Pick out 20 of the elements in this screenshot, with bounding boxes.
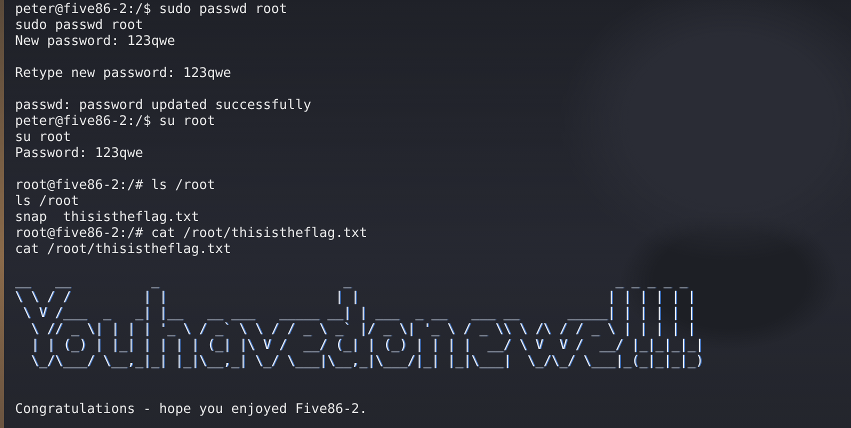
terminal-output-line: snap thisistheflag.txt [15,210,200,226]
ascii-art-line: \ // _ \| | | | '_ \ / _` \ \ / / _ \ _` |/ _ \| '_ \ / _ \\ \ /\ / / _ \ | | | | | [30,322,696,338]
terminal-output-line: su root [15,130,72,146]
terminal-output-line: sudo passwd root [15,18,144,34]
ascii-art-line: \_/\___/ \__,_|_| |_|\__,_| \_/ \___|\__,_|\___/|_| |_|\___| \_/\_/ \___|_(_|_|_|_) [30,354,704,370]
command-prompt-line: root@five86-2:/# ls /root [15,178,216,194]
command-prompt-line: peter@five86-2:/$ su root [15,114,216,130]
command-prompt-line: peter@five86-2:/$ sudo passwd root [15,2,288,18]
terminal-output-line: Retype new password: 123qwe [15,66,232,82]
ascii-art-line: | | (_) | |_| | | | | (_| |\ V / __/ (_| | (_) | | | | __/ \ V V / __/ |_|_|_|_| [30,338,704,354]
terminal-output-line: ls /root [15,194,80,210]
terminal-output-line: cat /root/thisistheflag.txt [15,242,232,258]
terminal-output-line: Congratulations - hope you enjoyed Five86-2. [15,402,368,418]
command-prompt-line: root@five86-2:/# cat /root/thisistheflag.txt [15,226,368,242]
ascii-art-line: __ __ _ _ _ _ _ _ _ [15,274,688,290]
terminal-output-line: New password: 123qwe [15,34,176,50]
ascii-art-line: \ V /___ _ _| |__ __ ___ _____ __| | ___ _ __ ___ __ _____| | | | | | [22,306,696,322]
terminal-output-line: Password: 123qwe [15,146,144,162]
ascii-art-line: \ \ / / | | | | | | | | | | [15,290,696,306]
terminal-output-line: passwd: password updated successfully [15,98,312,114]
